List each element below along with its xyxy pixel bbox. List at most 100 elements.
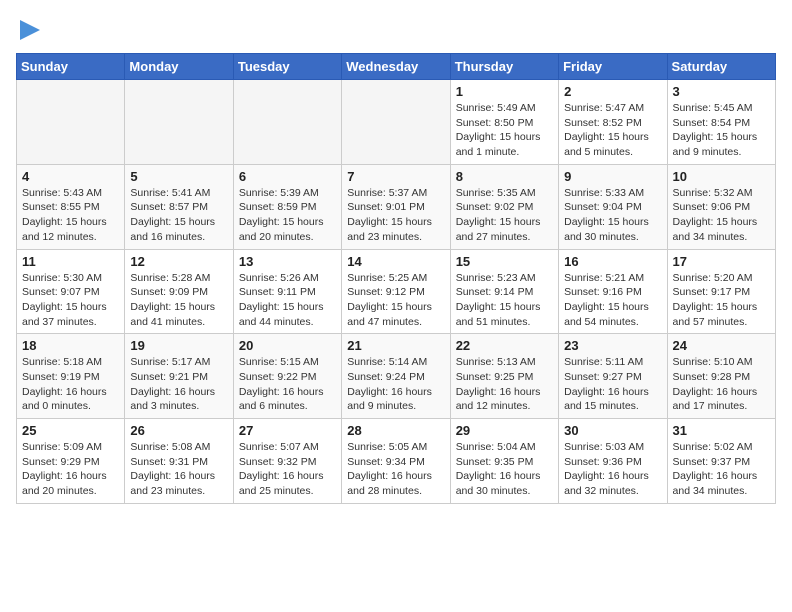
day-number: 29 xyxy=(456,423,553,438)
day-info: Sunrise: 5:21 AM Sunset: 9:16 PM Dayligh… xyxy=(564,271,661,330)
day-info: Sunrise: 5:05 AM Sunset: 9:34 PM Dayligh… xyxy=(347,440,444,499)
day-number: 10 xyxy=(673,169,770,184)
day-cell: 11Sunrise: 5:30 AM Sunset: 9:07 PM Dayli… xyxy=(17,249,125,334)
week-row-5: 25 Sunrise: 5:09 AM Sunset: 9:29 PM Dayli… xyxy=(17,419,776,504)
day-cell: 3Sunrise: 5:45 AM Sunset: 8:54 PM Daylig… xyxy=(667,80,775,165)
day-info: Sunrise: 5:08 AM Sunset: 9:31 PM Dayligh… xyxy=(130,440,227,499)
day-number: 20 xyxy=(239,338,336,353)
day-cell: 12 Sunrise: 5:28 AM Sunset: 9:09 PM Dayli… xyxy=(125,249,233,334)
logo xyxy=(16,16,40,45)
day-cell: 25 Sunrise: 5:09 AM Sunset: 9:29 PM Dayli… xyxy=(17,419,125,504)
day-cell: 1Sunrise: 5:49 AM Sunset: 8:50 PM Daylig… xyxy=(450,80,558,165)
day-cell: 28 Sunrise: 5:05 AM Sunset: 9:34 PM Dayli… xyxy=(342,419,450,504)
day-info: Sunrise: 5:26 AM Sunset: 9:11 PM Dayligh… xyxy=(239,271,336,330)
day-info: Sunrise: 5:41 AM Sunset: 8:57 PM Dayligh… xyxy=(130,186,227,245)
day-cell: 21Sunrise: 5:14 AM Sunset: 9:24 PM Dayli… xyxy=(342,334,450,419)
day-cell: 4 Sunrise: 5:43 AM Sunset: 8:55 PM Daylig… xyxy=(17,164,125,249)
day-info: Sunrise: 5:17 AM Sunset: 9:21 PM Dayligh… xyxy=(130,355,227,414)
day-number: 6 xyxy=(239,169,336,184)
day-cell: 18 Sunrise: 5:18 AM Sunset: 9:19 PM Dayli… xyxy=(17,334,125,419)
week-row-3: 11Sunrise: 5:30 AM Sunset: 9:07 PM Dayli… xyxy=(17,249,776,334)
week-row-1: 1Sunrise: 5:49 AM Sunset: 8:50 PM Daylig… xyxy=(17,80,776,165)
day-number: 12 xyxy=(130,254,227,269)
week-row-2: 4 Sunrise: 5:43 AM Sunset: 8:55 PM Daylig… xyxy=(17,164,776,249)
day-cell: 8 Sunrise: 5:35 AM Sunset: 9:02 PM Daylig… xyxy=(450,164,558,249)
logo-arrow-icon xyxy=(20,20,40,40)
day-info: Sunrise: 5:23 AM Sunset: 9:14 PM Dayligh… xyxy=(456,271,553,330)
day-cell xyxy=(342,80,450,165)
header-cell-saturday: Saturday xyxy=(667,54,775,80)
day-cell: 19 Sunrise: 5:17 AM Sunset: 9:21 PM Dayli… xyxy=(125,334,233,419)
day-cell xyxy=(125,80,233,165)
day-cell: 26 Sunrise: 5:08 AM Sunset: 9:31 PM Dayli… xyxy=(125,419,233,504)
day-number: 26 xyxy=(130,423,227,438)
day-info: Sunrise: 5:02 AM Sunset: 9:37 PM Dayligh… xyxy=(673,440,770,499)
day-number: 9 xyxy=(564,169,661,184)
day-number: 5 xyxy=(130,169,227,184)
day-number: 4 xyxy=(22,169,119,184)
day-cell: 10 Sunrise: 5:32 AM Sunset: 9:06 PM Dayli… xyxy=(667,164,775,249)
day-number: 2 xyxy=(564,84,661,99)
day-number: 19 xyxy=(130,338,227,353)
day-number: 23 xyxy=(564,338,661,353)
day-info: Sunrise: 5:28 AM Sunset: 9:09 PM Dayligh… xyxy=(130,271,227,330)
day-number: 25 xyxy=(22,423,119,438)
day-info: Sunrise: 5:30 AM Sunset: 9:07 PM Dayligh… xyxy=(22,271,119,330)
day-number: 28 xyxy=(347,423,444,438)
day-cell: 17Sunrise: 5:20 AM Sunset: 9:17 PM Dayli… xyxy=(667,249,775,334)
day-cell: 14 Sunrise: 5:25 AM Sunset: 9:12 PM Dayli… xyxy=(342,249,450,334)
day-info: Sunrise: 5:25 AM Sunset: 9:12 PM Dayligh… xyxy=(347,271,444,330)
day-info: Sunrise: 5:03 AM Sunset: 9:36 PM Dayligh… xyxy=(564,440,661,499)
day-info: Sunrise: 5:47 AM Sunset: 8:52 PM Dayligh… xyxy=(564,101,661,160)
day-cell: 16 Sunrise: 5:21 AM Sunset: 9:16 PM Dayli… xyxy=(559,249,667,334)
day-number: 30 xyxy=(564,423,661,438)
day-info: Sunrise: 5:32 AM Sunset: 9:06 PM Dayligh… xyxy=(673,186,770,245)
page-header xyxy=(16,16,776,45)
day-info: Sunrise: 5:09 AM Sunset: 9:29 PM Dayligh… xyxy=(22,440,119,499)
day-cell: 6 Sunrise: 5:39 AM Sunset: 8:59 PM Daylig… xyxy=(233,164,341,249)
day-cell: 7 Sunrise: 5:37 AM Sunset: 9:01 PM Daylig… xyxy=(342,164,450,249)
calendar-body: 1Sunrise: 5:49 AM Sunset: 8:50 PM Daylig… xyxy=(17,80,776,504)
day-number: 7 xyxy=(347,169,444,184)
header-cell-tuesday: Tuesday xyxy=(233,54,341,80)
day-cell: 13 Sunrise: 5:26 AM Sunset: 9:11 PM Dayli… xyxy=(233,249,341,334)
day-info: Sunrise: 5:35 AM Sunset: 9:02 PM Dayligh… xyxy=(456,186,553,245)
day-number: 16 xyxy=(564,254,661,269)
day-info: Sunrise: 5:45 AM Sunset: 8:54 PM Dayligh… xyxy=(673,101,770,160)
header-cell-friday: Friday xyxy=(559,54,667,80)
day-info: Sunrise: 5:18 AM Sunset: 9:19 PM Dayligh… xyxy=(22,355,119,414)
day-number: 27 xyxy=(239,423,336,438)
day-cell: 23Sunrise: 5:11 AM Sunset: 9:27 PM Dayli… xyxy=(559,334,667,419)
week-row-4: 18 Sunrise: 5:18 AM Sunset: 9:19 PM Dayli… xyxy=(17,334,776,419)
header-cell-wednesday: Wednesday xyxy=(342,54,450,80)
day-number: 18 xyxy=(22,338,119,353)
day-cell xyxy=(17,80,125,165)
day-info: Sunrise: 5:14 AM Sunset: 9:24 PM Dayligh… xyxy=(347,355,444,414)
day-number: 14 xyxy=(347,254,444,269)
day-cell xyxy=(233,80,341,165)
day-info: Sunrise: 5:39 AM Sunset: 8:59 PM Dayligh… xyxy=(239,186,336,245)
header-cell-monday: Monday xyxy=(125,54,233,80)
header-cell-thursday: Thursday xyxy=(450,54,558,80)
day-number: 22 xyxy=(456,338,553,353)
day-number: 8 xyxy=(456,169,553,184)
calendar-header: SundayMondayTuesdayWednesdayThursdayFrid… xyxy=(17,54,776,80)
day-info: Sunrise: 5:37 AM Sunset: 9:01 PM Dayligh… xyxy=(347,186,444,245)
day-info: Sunrise: 5:10 AM Sunset: 9:28 PM Dayligh… xyxy=(673,355,770,414)
header-row: SundayMondayTuesdayWednesdayThursdayFrid… xyxy=(17,54,776,80)
day-info: Sunrise: 5:43 AM Sunset: 8:55 PM Dayligh… xyxy=(22,186,119,245)
day-cell: 15Sunrise: 5:23 AM Sunset: 9:14 PM Dayli… xyxy=(450,249,558,334)
day-cell: 5 Sunrise: 5:41 AM Sunset: 8:57 PM Daylig… xyxy=(125,164,233,249)
day-cell: 30 Sunrise: 5:03 AM Sunset: 9:36 PM Dayli… xyxy=(559,419,667,504)
day-info: Sunrise: 5:13 AM Sunset: 9:25 PM Dayligh… xyxy=(456,355,553,414)
day-cell: 24Sunrise: 5:10 AM Sunset: 9:28 PM Dayli… xyxy=(667,334,775,419)
day-number: 1 xyxy=(456,84,553,99)
day-info: Sunrise: 5:15 AM Sunset: 9:22 PM Dayligh… xyxy=(239,355,336,414)
day-number: 13 xyxy=(239,254,336,269)
logo-icon xyxy=(16,16,40,45)
day-cell: 2 Sunrise: 5:47 AM Sunset: 8:52 PM Daylig… xyxy=(559,80,667,165)
day-info: Sunrise: 5:20 AM Sunset: 9:17 PM Dayligh… xyxy=(673,271,770,330)
day-cell: 31Sunrise: 5:02 AM Sunset: 9:37 PM Dayli… xyxy=(667,419,775,504)
day-cell: 9Sunrise: 5:33 AM Sunset: 9:04 PM Daylig… xyxy=(559,164,667,249)
day-cell: 20 Sunrise: 5:15 AM Sunset: 9:22 PM Dayli… xyxy=(233,334,341,419)
